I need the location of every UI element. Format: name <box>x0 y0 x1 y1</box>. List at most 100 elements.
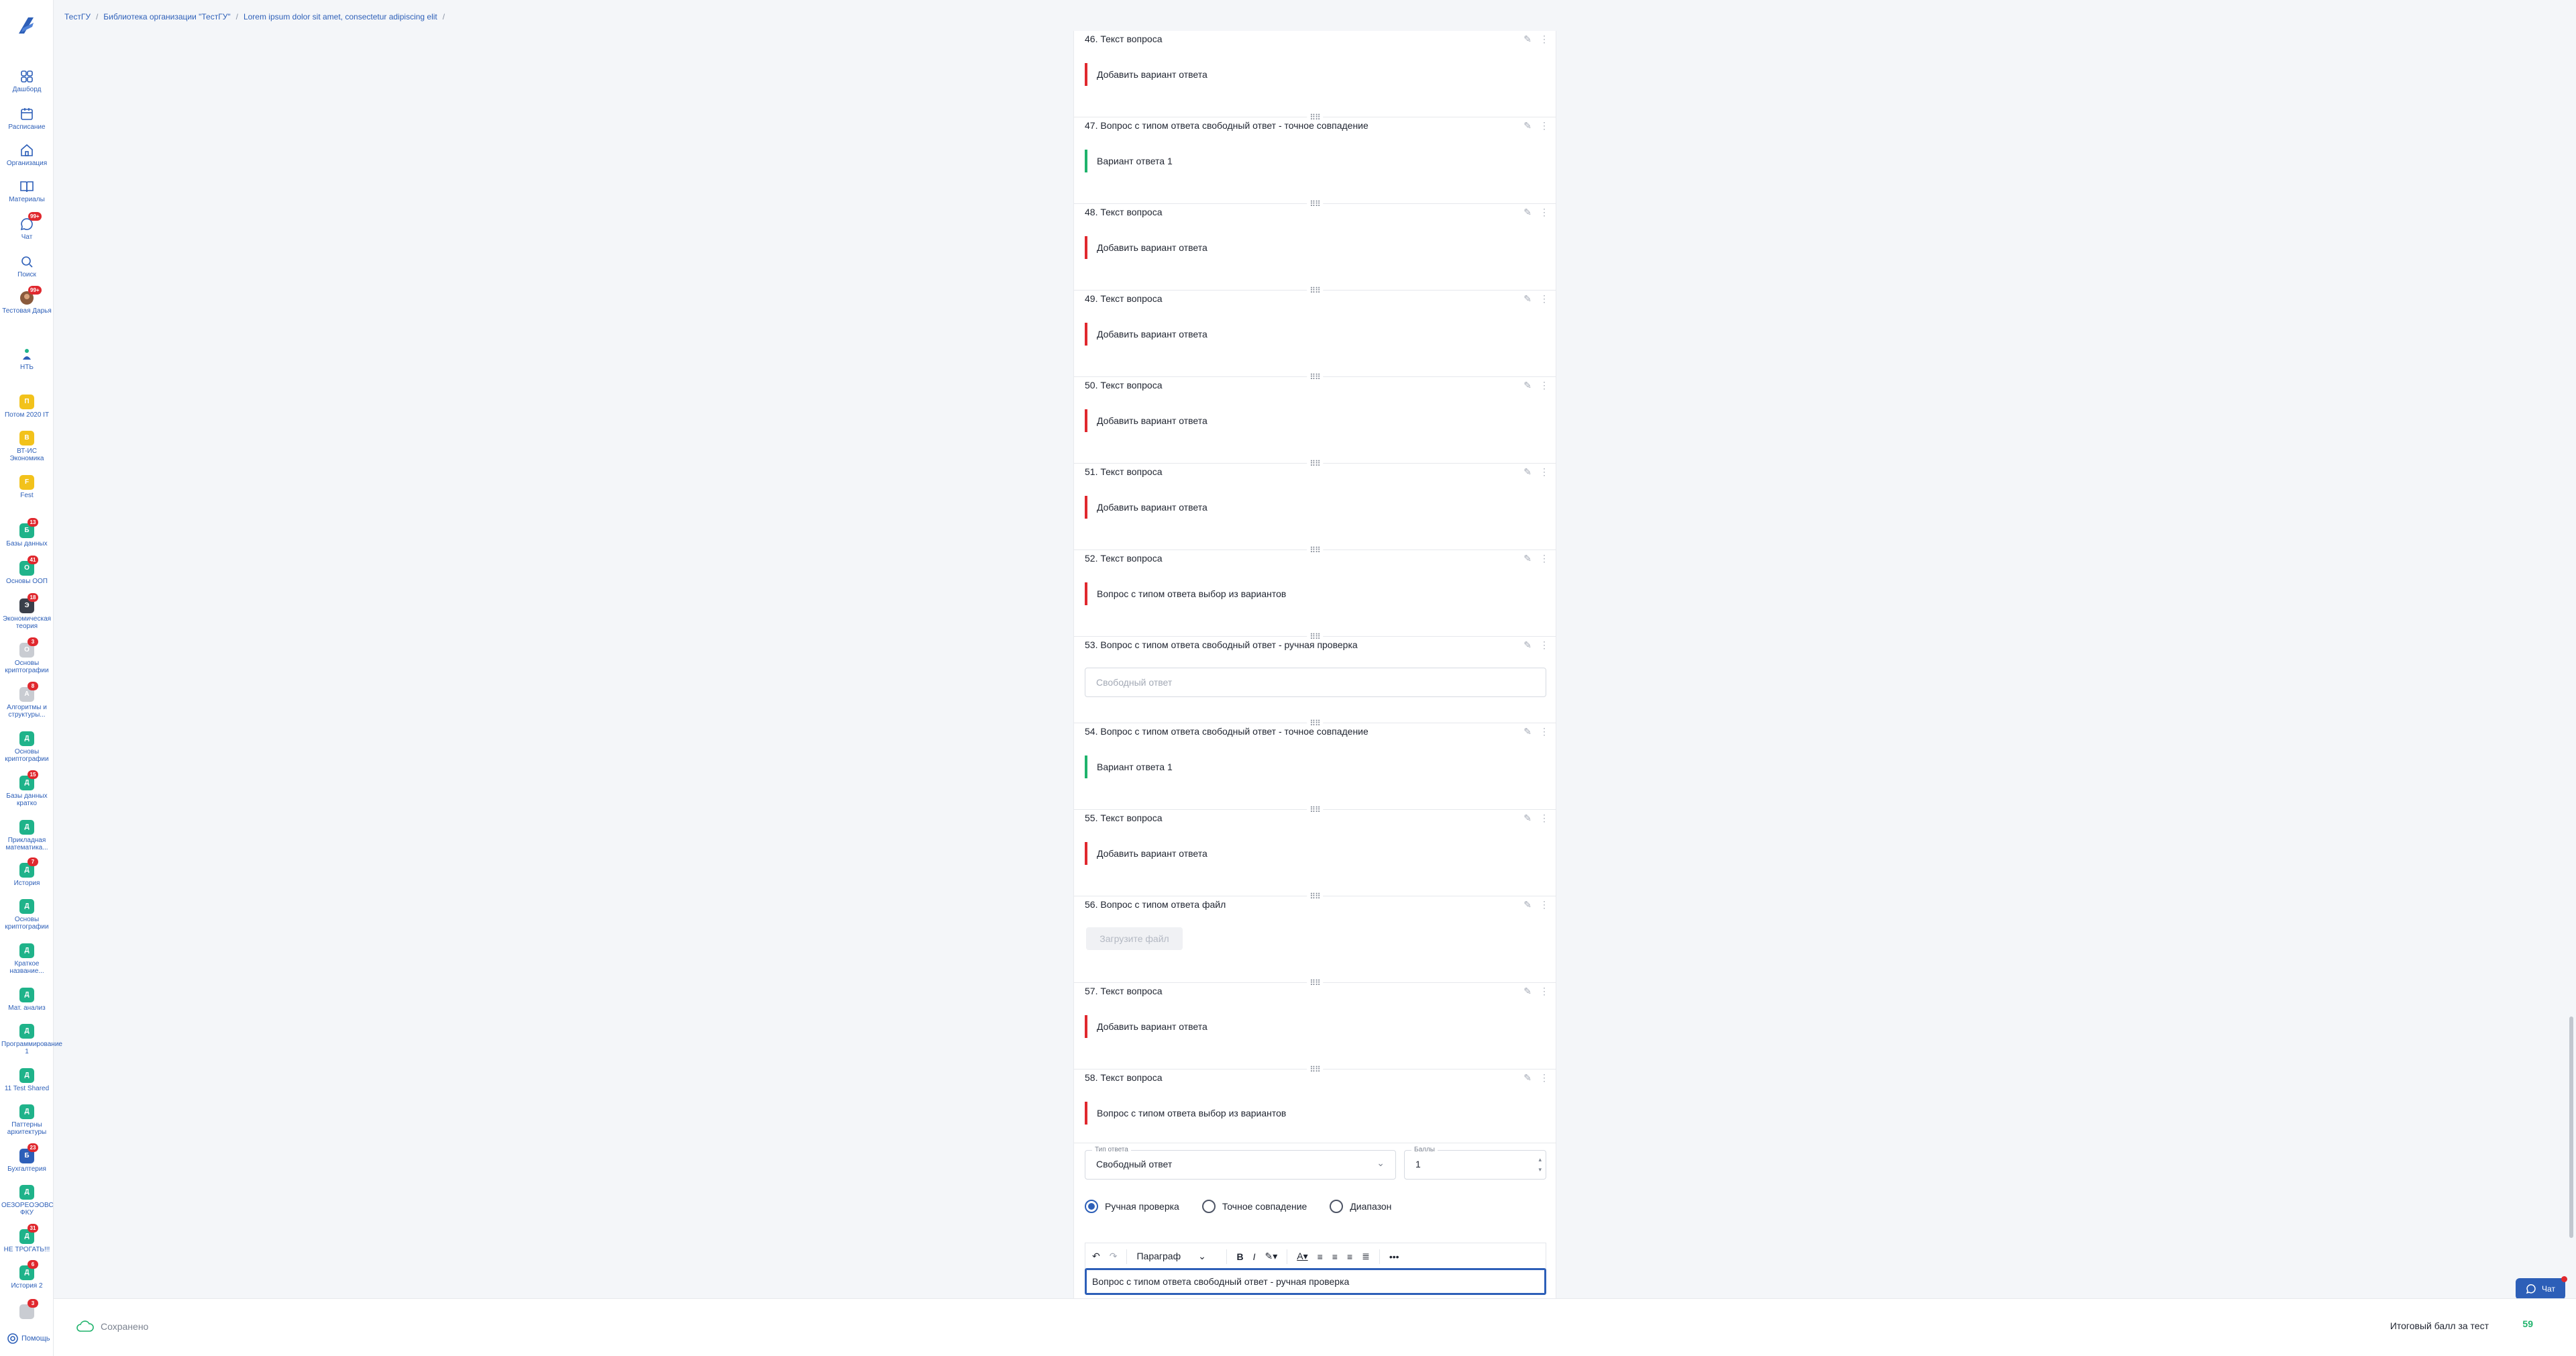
course-item[interactable]: Д Основы криптографии <box>0 731 54 763</box>
course-item[interactable]: F Fest <box>0 475 54 499</box>
text-color-icon[interactable]: A▾ <box>1297 1251 1307 1262</box>
breadcrumb-item[interactable]: Библиотека организации "ТестГУ" <box>103 12 230 21</box>
more-icon[interactable]: ••• <box>1389 1251 1399 1262</box>
breadcrumb-item[interactable]: ТестГУ <box>64 12 91 21</box>
edit-icon[interactable]: ✎ <box>1523 726 1532 737</box>
italic-icon[interactable]: I <box>1253 1251 1256 1262</box>
edit-icon[interactable]: ✎ <box>1523 380 1532 391</box>
question-block[interactable]: 51. Текст вопроса ✎ ⋮ Добавить вариант отве… <box>1074 464 1556 555</box>
radio-manual-check[interactable]: Ручная проверка <box>1085 1200 1179 1213</box>
app-logo-icon[interactable] <box>13 13 39 39</box>
course-item[interactable]: О 3 Основы криптографии <box>0 637 54 674</box>
paragraph-select[interactable]: Параграф ⌄ <box>1136 1251 1217 1262</box>
course-item[interactable]: Д Прикладная математика... <box>0 820 54 851</box>
edit-icon[interactable]: ✎ <box>1523 639 1532 651</box>
nav-dashboard[interactable]: Дашборд <box>0 68 54 93</box>
course-item[interactable]: Б 23 Бухгалтерия <box>0 1143 54 1173</box>
more-vertical-icon[interactable]: ⋮ <box>1540 466 1549 478</box>
answer-type-select[interactable]: Тип ответа Свободный ответ ⌄ <box>1085 1146 1396 1180</box>
radio-exact-match[interactable]: Точное совпадение <box>1201 1200 1307 1213</box>
align-left-icon[interactable]: ≡ <box>1318 1251 1323 1262</box>
breadcrumb-item[interactable]: Lorem ipsum dolor sit amet, consectetur … <box>244 12 437 21</box>
answer-option[interactable]: Добавить вариант ответа <box>1085 1015 1208 1038</box>
answer-option[interactable]: Добавить вариант ответа <box>1085 323 1208 346</box>
question-block[interactable]: 57. Текст вопроса ✎ ⋮ Добавить вариант отве… <box>1074 983 1556 1074</box>
answer-option[interactable]: Добавить вариант ответа <box>1085 236 1208 259</box>
answer-option[interactable]: Добавить вариант ответа <box>1085 496 1208 519</box>
course-item[interactable]: П Потом 2020 IT <box>0 395 54 419</box>
question-block[interactable]: 47. Вопрос с типом ответа свободный отве… <box>1074 117 1556 209</box>
course-item[interactable]: Д Основы криптографии <box>0 899 54 931</box>
answer-option[interactable]: Вопрос с типом ответа выбор из вариантов <box>1085 1102 1286 1125</box>
question-block[interactable]: 56. Вопрос с типом ответа файл ✎ ⋮ Загрузит… <box>1074 896 1556 988</box>
course-item[interactable]: Д 15 Базы данных кратко <box>0 770 54 807</box>
edit-icon[interactable]: ✎ <box>1523 466 1532 478</box>
nav-organization[interactable]: Организация <box>0 142 54 167</box>
course-item[interactable]: Д 7 История <box>0 857 54 887</box>
nav-profile[interactable]: 99+ Тестовая Дарья <box>0 286 54 315</box>
more-vertical-icon[interactable]: ⋮ <box>1540 553 1549 564</box>
course-item[interactable]: В ВТ-ИС Экономика <box>0 431 54 462</box>
course-item[interactable]: Д Паттерны архитектуры <box>0 1104 54 1136</box>
page-scrollbar[interactable] <box>2569 1016 2573 1238</box>
nav-materials[interactable]: Материалы <box>0 178 54 203</box>
more-vertical-icon[interactable]: ⋮ <box>1540 120 1549 132</box>
answer-option[interactable]: Добавить вариант ответа <box>1085 63 1208 86</box>
more-vertical-icon[interactable]: ⋮ <box>1540 1072 1549 1084</box>
course-item[interactable]: Д Мат. анализ <box>0 988 54 1012</box>
course-item[interactable]: Д 31 НЕ ТРОГАТЬ!!! <box>0 1224 54 1253</box>
radio-range[interactable]: Диапазон <box>1330 1200 1391 1213</box>
edit-icon[interactable]: ✎ <box>1523 553 1532 564</box>
question-block[interactable]: 49. Текст вопроса ✎ ⋮ Добавить вариант отве… <box>1074 291 1556 382</box>
bold-icon[interactable]: B <box>1236 1251 1243 1262</box>
question-block[interactable]: 55. Текст вопроса ✎ ⋮ Добавить вариант отве… <box>1074 810 1556 901</box>
edit-icon[interactable]: ✎ <box>1523 1072 1532 1084</box>
nav-chat[interactable]: 99+ Чат <box>0 212 54 241</box>
stepper-icon[interactable]: ▴ ▾ <box>1538 1155 1542 1175</box>
nav-org-tree[interactable]: НТЬ <box>0 346 54 371</box>
question-block[interactable]: 46. Текст вопроса ✎ ⋮ Добавить вариант отве… <box>1074 31 1556 122</box>
course-item[interactable]: Д Программирование 1 <box>0 1024 62 1055</box>
edit-icon[interactable]: ✎ <box>1523 207 1532 218</box>
more-vertical-icon[interactable]: ⋮ <box>1540 380 1549 391</box>
edit-icon[interactable]: ✎ <box>1523 293 1532 305</box>
course-item[interactable]: 3 <box>0 1299 54 1319</box>
course-item[interactable]: А 8 Алгоритмы и структуры... <box>0 682 54 719</box>
more-vertical-icon[interactable]: ⋮ <box>1540 986 1549 997</box>
more-vertical-icon[interactable]: ⋮ <box>1540 899 1549 910</box>
answer-option[interactable]: Вариант ответа 1 <box>1085 755 1173 778</box>
help-link[interactable]: Помощь <box>7 1333 50 1345</box>
answer-option[interactable]: Вариант ответа 1 <box>1085 150 1173 172</box>
more-vertical-icon[interactable]: ⋮ <box>1540 293 1549 305</box>
more-vertical-icon[interactable]: ⋮ <box>1540 726 1549 737</box>
align-right-icon[interactable]: ≡ <box>1347 1251 1352 1262</box>
chat-button[interactable]: Чат <box>2516 1276 2567 1300</box>
align-justify-icon[interactable]: ≣ <box>1362 1251 1370 1262</box>
edit-icon[interactable]: ✎ <box>1523 813 1532 824</box>
points-input[interactable]: Баллы 1 ▴ ▾ <box>1404 1146 1546 1180</box>
question-block[interactable]: 48. Текст вопроса ✎ ⋮ Добавить вариант отве… <box>1074 204 1556 295</box>
course-item[interactable]: Э 18 Экономическая теория <box>0 593 54 630</box>
upload-file-button[interactable]: Загрузите файл <box>1086 927 1183 950</box>
align-center-icon[interactable]: ≡ <box>1332 1251 1338 1262</box>
more-vertical-icon[interactable]: ⋮ <box>1540 34 1549 45</box>
free-answer-input[interactable]: Свободный ответ <box>1085 668 1546 697</box>
answer-option[interactable]: Добавить вариант ответа <box>1085 842 1208 865</box>
question-block[interactable]: 58. Текст вопроса ✎ ⋮ Вопрос с типом ответа… <box>1074 1070 1556 1143</box>
question-block[interactable]: 50. Текст вопроса ✎ ⋮ Добавить вариант отве… <box>1074 377 1556 468</box>
course-item[interactable]: Д ОЕЗОРЕОЭОВС ФКУ <box>0 1185 54 1216</box>
more-vertical-icon[interactable]: ⋮ <box>1540 207 1549 218</box>
question-block[interactable]: 54. Вопрос с типом ответа свободный отве… <box>1074 723 1556 815</box>
edit-icon[interactable]: ✎ <box>1523 34 1532 45</box>
edit-icon[interactable]: ✎ <box>1523 120 1532 132</box>
answer-option[interactable]: Добавить вариант ответа <box>1085 409 1208 432</box>
more-vertical-icon[interactable]: ⋮ <box>1540 813 1549 824</box>
question-text-editor[interactable]: Вопрос с типом ответа свободный ответ - … <box>1085 1268 1546 1295</box>
nav-search[interactable]: Поиск <box>0 254 54 278</box>
course-item[interactable]: Б 13 Базы данных <box>0 518 54 547</box>
more-vertical-icon[interactable]: ⋮ <box>1540 639 1549 651</box>
question-block[interactable]: 53. Вопрос с типом ответа свободный отве… <box>1074 637 1556 728</box>
answer-option[interactable]: Вопрос с типом ответа выбор из вариантов <box>1085 582 1286 605</box>
course-item[interactable]: Д Краткое название... <box>0 943 54 975</box>
redo-icon[interactable]: ↷ <box>1110 1251 1118 1262</box>
